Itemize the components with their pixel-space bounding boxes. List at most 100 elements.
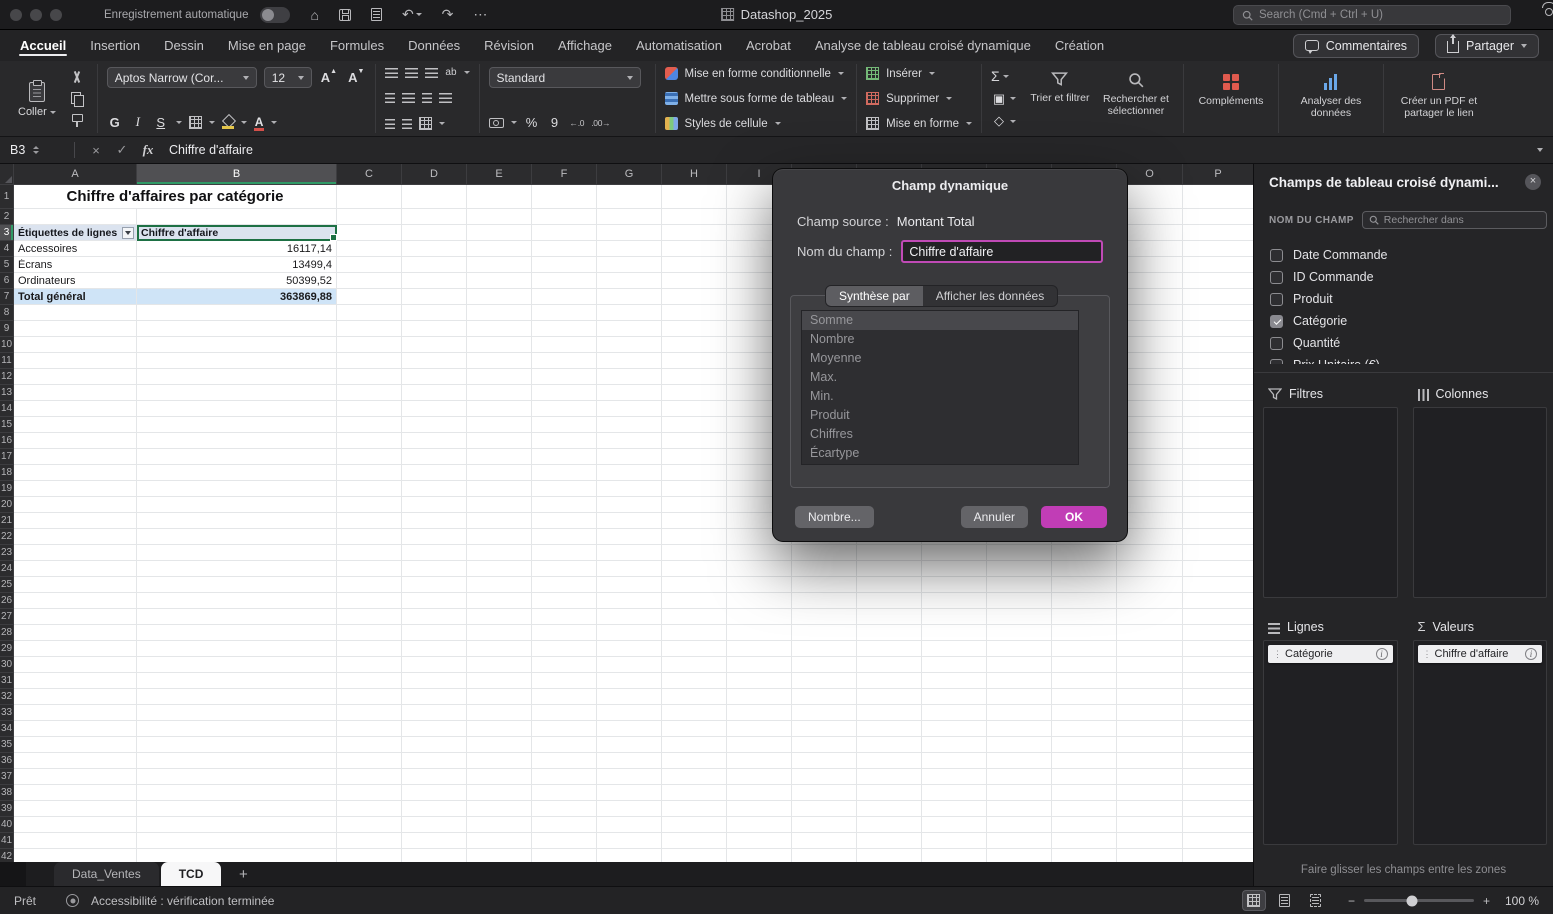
cell-C36[interactable] (337, 753, 402, 769)
minimize-window-button[interactable] (30, 8, 42, 21)
ribbon-tab-affichage[interactable]: Affichage (546, 32, 624, 59)
cell-B7[interactable]: 363869,88 (137, 289, 337, 305)
add-sheet-button[interactable]: + (229, 866, 257, 883)
cell-C29[interactable] (337, 641, 402, 657)
cell-N32[interactable] (1052, 689, 1117, 705)
cell-L35[interactable] (922, 737, 987, 753)
cell-C34[interactable] (337, 721, 402, 737)
cell-C4[interactable] (337, 241, 402, 257)
cell-I28[interactable] (727, 625, 792, 641)
cell-H8[interactable] (662, 305, 727, 321)
cell-P38[interactable] (1183, 785, 1253, 801)
row-header-8[interactable]: 8 (0, 305, 14, 321)
values-dropzone[interactable]: ⋮ Chiffre d'affaire i (1412, 640, 1547, 845)
cell-H7[interactable] (662, 289, 727, 305)
row-header-31[interactable]: 31 (0, 673, 14, 689)
field-row-produit[interactable]: Produit (1254, 288, 1553, 310)
cell-D6[interactable] (402, 273, 467, 289)
align-top-button[interactable] (385, 67, 399, 78)
cell-D11[interactable] (402, 353, 467, 369)
cell-B31[interactable] (137, 673, 337, 689)
cell-H21[interactable] (662, 513, 727, 529)
cell-L36[interactable] (922, 753, 987, 769)
field-checkbox-date-commande[interactable] (1270, 248, 1283, 262)
cell-F23[interactable] (532, 545, 597, 561)
cell-C25[interactable] (337, 577, 402, 593)
cell-O31[interactable] (1117, 673, 1183, 689)
cell-H24[interactable] (662, 561, 727, 577)
row-header-32[interactable]: 32 (0, 689, 14, 705)
cell-E15[interactable] (467, 417, 532, 433)
cell-K40[interactable] (857, 817, 922, 833)
cell-I30[interactable] (727, 657, 792, 673)
column-header-F[interactable]: F (532, 164, 597, 185)
cell-styles-button[interactable]: Styles de cellule (664, 117, 848, 130)
cell-F1[interactable] (532, 185, 597, 209)
cell-J41[interactable] (792, 833, 857, 849)
align-bottom-button[interactable] (425, 67, 439, 78)
cell-C18[interactable] (337, 465, 402, 481)
row-header-40[interactable]: 40 (0, 817, 14, 833)
cell-D4[interactable] (402, 241, 467, 257)
cell-A20[interactable] (14, 497, 137, 513)
cell-D28[interactable] (402, 625, 467, 641)
field-row-date-commande[interactable]: Date Commande (1254, 244, 1553, 266)
cell-I33[interactable] (727, 705, 792, 721)
row-header-12[interactable]: 12 (0, 369, 14, 385)
cell-B10[interactable] (137, 337, 337, 353)
pivot-filter-icon[interactable] (122, 226, 134, 239)
cell-E6[interactable] (467, 273, 532, 289)
cell-E38[interactable] (467, 785, 532, 801)
cell-N36[interactable] (1052, 753, 1117, 769)
cell-D33[interactable] (402, 705, 467, 721)
cell-H31[interactable] (662, 673, 727, 689)
row-header-4[interactable]: 4 (0, 241, 14, 257)
cell-N39[interactable] (1052, 801, 1117, 817)
cell-B29[interactable] (137, 641, 337, 657)
analyze-data-button[interactable]: Analyser des données (1288, 66, 1374, 131)
cell-E22[interactable] (467, 529, 532, 545)
borders-button[interactable] (188, 115, 202, 129)
cell-B26[interactable] (137, 593, 337, 609)
cell-G1[interactable] (597, 185, 662, 209)
cell-M34[interactable] (987, 721, 1052, 737)
cell-F5[interactable] (532, 257, 597, 273)
cell-C13[interactable] (337, 385, 402, 401)
cell-J35[interactable] (792, 737, 857, 753)
cell-B38[interactable] (137, 785, 337, 801)
cell-A8[interactable] (14, 305, 137, 321)
cell-L40[interactable] (922, 817, 987, 833)
cell-J37[interactable] (792, 769, 857, 785)
cell-M25[interactable] (987, 577, 1052, 593)
cell-H33[interactable] (662, 705, 727, 721)
cell-H34[interactable] (662, 721, 727, 737)
cell-F13[interactable] (532, 385, 597, 401)
cell-A28[interactable] (14, 625, 137, 641)
columns-dropzone[interactable] (1412, 407, 1547, 598)
cell-L24[interactable] (922, 561, 987, 577)
align-center-button[interactable] (402, 92, 416, 103)
field-checkbox-produit[interactable] (1270, 292, 1283, 306)
column-header-E[interactable]: E (467, 164, 532, 185)
cell-I39[interactable] (727, 801, 792, 817)
cell-G12[interactable] (597, 369, 662, 385)
cell-M40[interactable] (987, 817, 1052, 833)
cell-L34[interactable] (922, 721, 987, 737)
cell-F37[interactable] (532, 769, 597, 785)
cell-F7[interactable] (532, 289, 597, 305)
fill-color-button[interactable] (221, 116, 234, 129)
underline-button[interactable]: S (153, 115, 169, 130)
cell-A34[interactable] (14, 721, 137, 737)
cell-C2[interactable] (337, 209, 402, 225)
italic-button[interactable]: I (130, 114, 146, 130)
zoom-out-button[interactable]: − (1348, 894, 1355, 908)
field-checkbox-cat-gorie[interactable] (1270, 314, 1283, 328)
cell-B30[interactable] (137, 657, 337, 673)
cell-A11[interactable] (14, 353, 137, 369)
cell-D41[interactable] (402, 833, 467, 849)
cell-G4[interactable] (597, 241, 662, 257)
cell-A10[interactable] (14, 337, 137, 353)
cell-P31[interactable] (1183, 673, 1253, 689)
cell-L26[interactable] (922, 593, 987, 609)
cell-G33[interactable] (597, 705, 662, 721)
